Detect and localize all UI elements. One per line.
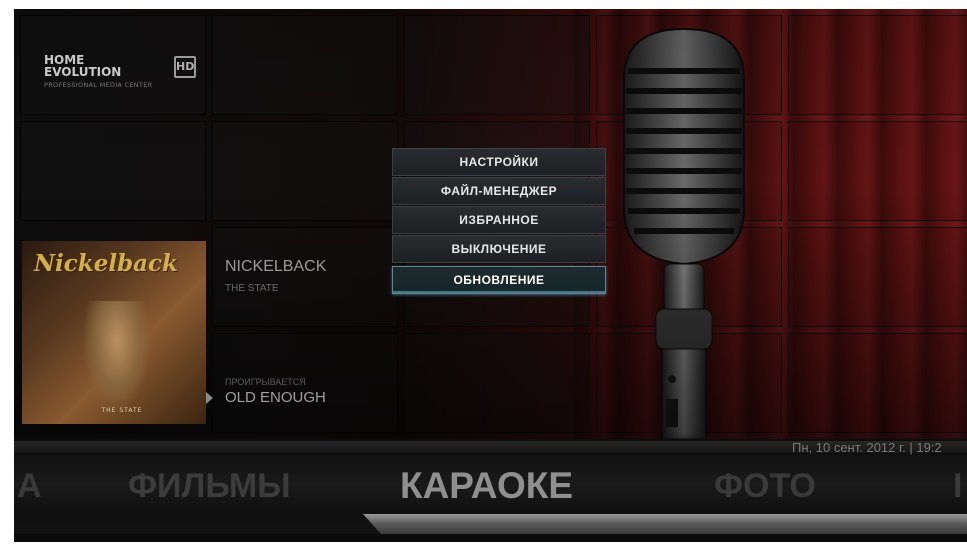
nav-item-next[interactable]: I xyxy=(953,464,962,508)
menu-item-shutdown[interactable]: ВЫКЛЮЧЕНИЕ xyxy=(392,235,606,263)
nav-selection-indicator xyxy=(363,514,967,534)
album-cover-band-name: Nickelback xyxy=(34,250,178,277)
nav-item-karaoke[interactable]: КАРАОКЕ xyxy=(400,464,573,508)
now-playing-album: THE STATE xyxy=(225,283,279,294)
nav-item-previous[interactable]: А xyxy=(17,464,42,508)
menu-item-settings[interactable]: НАСТРОЙКИ xyxy=(392,148,606,176)
logo-tagline: PROFESSIONAL MEDIA CENTER xyxy=(44,81,153,89)
media-center-screen: HOME EVOLUTION HD PROFESSIONAL MEDIA CEN… xyxy=(14,9,967,542)
system-menu: НАСТРОЙКИ ФАЙЛ-МЕНЕДЖЕР ИЗБРАННОЕ ВЫКЛЮЧ… xyxy=(392,148,606,296)
menu-item-file-manager[interactable]: ФАЙЛ-МЕНЕДЖЕР xyxy=(392,177,606,205)
album-cover-figure xyxy=(82,301,152,411)
now-playing-track: OLD ENOUGH xyxy=(225,389,326,406)
logo-hd-badge: HD xyxy=(174,56,196,78)
nav-item-photo[interactable]: ФОТО xyxy=(714,464,816,508)
nav-item-films[interactable]: ФИЛЬМЫ xyxy=(128,464,291,508)
now-playing-arrow-icon xyxy=(206,392,213,404)
logo-wordmark: HOME EVOLUTION xyxy=(44,53,122,79)
now-playing-status: ПРОИГРЫВАЕТСЯ xyxy=(225,377,306,387)
album-cover-caption: THE STATE xyxy=(101,407,143,414)
app-logo: HOME EVOLUTION HD PROFESSIONAL MEDIA CEN… xyxy=(44,53,196,94)
album-cover[interactable]: Nickelback THE STATE xyxy=(22,241,206,424)
bottom-floor xyxy=(14,534,967,542)
menu-item-favorites[interactable]: ИЗБРАННОЕ xyxy=(392,206,606,234)
menu-item-update[interactable]: ОБНОВЛЕНИЕ xyxy=(392,266,606,294)
now-playing-artist: NICKELBACK xyxy=(225,258,327,275)
